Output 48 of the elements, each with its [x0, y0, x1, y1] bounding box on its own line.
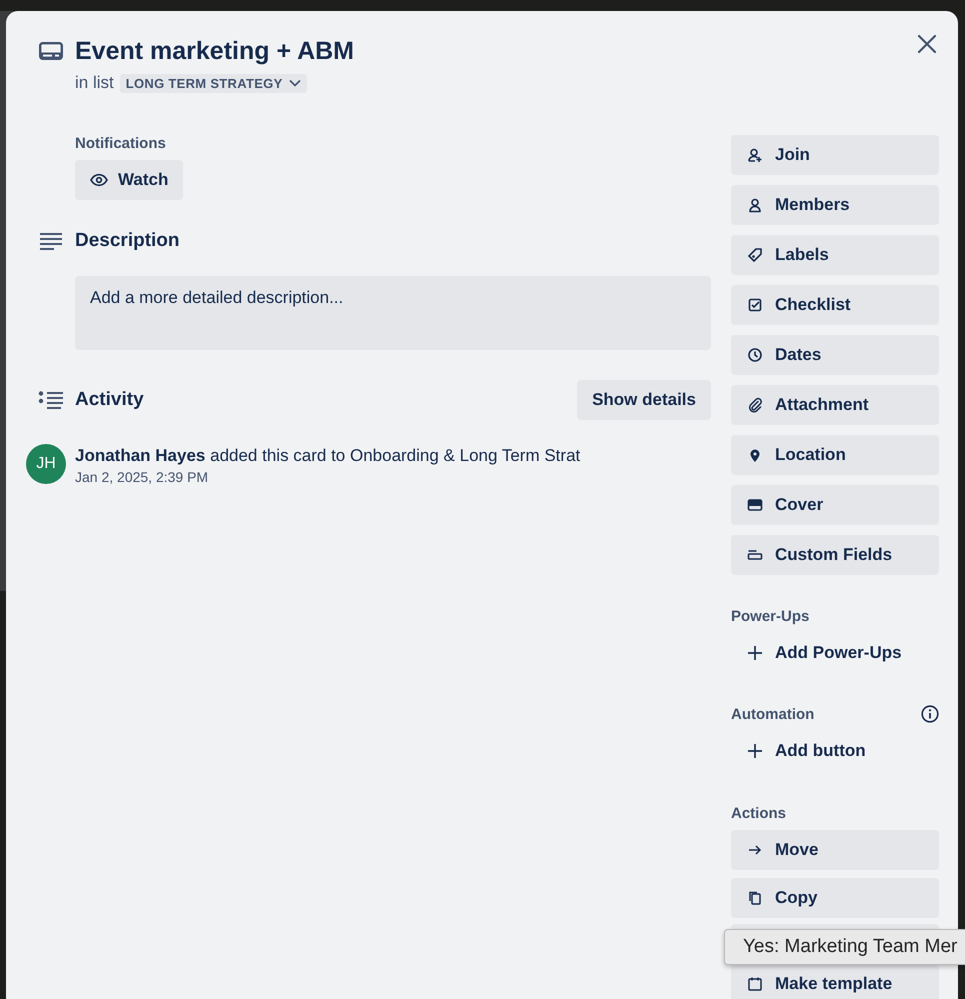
- tooltip: Yes: Marketing Team Mer: [724, 929, 965, 965]
- list-icon: [38, 391, 64, 409]
- sidebar-button[interactable]: Copy: [731, 878, 939, 918]
- copy-icon: [747, 890, 763, 906]
- activity-time[interactable]: Jan 2, 2025, 2:39 PM: [75, 469, 711, 485]
- section-heading: Activity: [75, 388, 144, 412]
- section-label: Automation: [731, 706, 814, 722]
- list-dropdown[interactable]: LONG TERM STRATEGY: [120, 74, 307, 92]
- info-icon[interactable]: [921, 705, 939, 723]
- sidebar-button[interactable]: Checklist: [731, 285, 939, 325]
- card-cover-icon: [747, 497, 763, 513]
- calendar-icon: [747, 976, 763, 992]
- section-label: Power-Ups: [731, 608, 810, 625]
- plus-icon: [747, 645, 763, 661]
- person-plus-icon: [747, 147, 763, 163]
- sidebar-button[interactable]: Members: [731, 185, 939, 225]
- sidebar-button[interactable]: Custom Fields: [731, 535, 939, 575]
- sidebar-button[interactable]: Join: [731, 135, 939, 175]
- close-icon[interactable]: [916, 33, 938, 55]
- sidebar-button[interactable]: Labels: [731, 235, 939, 275]
- activity-text: Jonathan Hayes added this card to Onboarding & Long Term Strat: [75, 445, 582, 467]
- add-button[interactable]: Add button: [731, 731, 939, 771]
- tag-icon: [747, 247, 763, 263]
- section-label: Notifications: [75, 135, 167, 152]
- sidebar-button[interactable]: Dates: [731, 335, 939, 375]
- sidebar-button[interactable]: Move: [731, 830, 939, 870]
- section-heading: Description: [75, 229, 181, 253]
- add-button[interactable]: Add Power-Ups: [731, 633, 939, 673]
- card-title[interactable]: Event marketing + ABM: [75, 35, 939, 67]
- sidebar-button[interactable]: Cover: [731, 485, 939, 525]
- plus-icon: [747, 743, 763, 759]
- show-details-button[interactable]: Show details: [577, 380, 711, 420]
- avatar[interactable]: JH: [26, 444, 66, 484]
- clock-icon: [747, 347, 763, 363]
- checkbox-icon: [747, 297, 763, 313]
- chevron-down-icon: [288, 79, 301, 87]
- eye-icon: [90, 173, 108, 187]
- sidebar-button[interactable]: Attachment: [731, 385, 939, 425]
- description-field[interactable]: Add a more detailed description...: [75, 276, 711, 350]
- sidebar-button[interactable]: Make template: [731, 964, 939, 999]
- sidebar-button[interactable]: Location: [731, 435, 939, 475]
- watch-button[interactable]: Watch: [75, 160, 184, 200]
- person-icon: [747, 197, 763, 213]
- section-label: Actions: [731, 805, 786, 822]
- text-lines-icon: [38, 232, 62, 250]
- card-icon: [38, 42, 62, 60]
- paperclip-icon: [747, 397, 763, 413]
- list-prefix: in list: [75, 73, 114, 93]
